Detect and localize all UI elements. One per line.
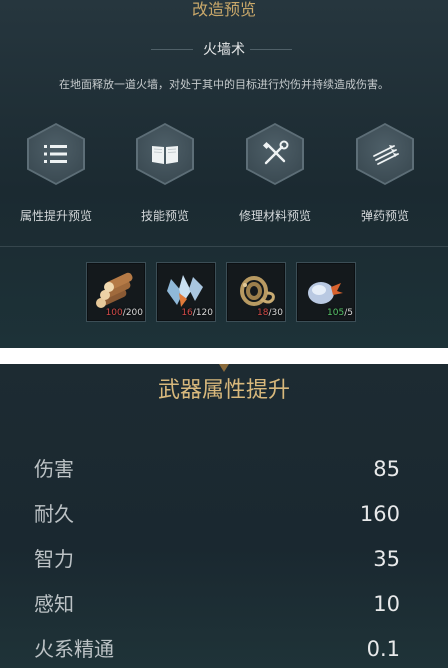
stat-name: 智力 (34, 547, 74, 571)
stats-title: 武器属性提升 (157, 378, 290, 403)
repair-material-preview-button[interactable] (246, 123, 304, 185)
stat-value: 160 (359, 502, 400, 526)
stat-row-durability: 耐久 160 (0, 494, 448, 534)
stat-name: 感知 (34, 592, 74, 616)
stat-row-intelligence: 智力 35 (0, 539, 448, 579)
arrows-icon (373, 145, 399, 165)
stat-value: 85 (373, 457, 400, 481)
material-slot-rope[interactable]: 18/30 (226, 262, 286, 322)
attribute-preview-label[interactable]: 属性提升预览 (1, 207, 111, 225)
stat-row-damage: 伤害 85 (0, 449, 448, 489)
stat-row-perception: 感知 10 (0, 584, 448, 624)
material-slot-ore[interactable]: 105/5 (296, 262, 356, 322)
stat-value: 35 (373, 547, 400, 571)
upgrade-preview-panel: 改造预览 火墙术 在地面释放一道火墙，对处于其中的目标进行灼伤并持续造成伤害。 … (0, 0, 448, 348)
material-count-crystal: 16/120 (181, 308, 213, 318)
stat-name: 伤害 (34, 457, 74, 481)
ammo-preview-label[interactable]: 弹药预览 (330, 207, 440, 225)
stat-value: 0.1 (366, 637, 400, 661)
stat-value: 10 (373, 592, 400, 616)
material-count-wood: 100/200 (105, 308, 143, 318)
attribute-preview-button[interactable] (27, 123, 85, 185)
panel-title: 改造预览 (191, 0, 256, 19)
skill-description: 在地面释放一道火墙，对处于其中的目标进行灼伤并持续造成伤害。 (59, 78, 389, 91)
ammo-preview-button[interactable] (356, 123, 414, 185)
skill-preview-button[interactable] (136, 123, 194, 185)
weapon-stats-panel: 武器属性提升 伤害 85 耐久 160 智力 35 感知 10 火系精通 0.1 (0, 364, 448, 668)
title-divider-right (250, 49, 292, 50)
list-icon (44, 145, 67, 163)
stat-row-fire-mastery: 火系精通 0.1 (0, 629, 448, 668)
skill-name: 火墙术 (203, 42, 245, 58)
stat-name: 火系精通 (34, 637, 114, 661)
repair-material-preview-label[interactable]: 修理材料预览 (220, 207, 330, 225)
stat-name: 耐久 (34, 502, 74, 526)
material-count-ore: 105/5 (327, 308, 353, 318)
material-count-rope: 18/30 (257, 308, 283, 318)
book-icon (152, 146, 178, 164)
skill-preview-label[interactable]: 技能预览 (110, 207, 220, 225)
material-slot-crystal[interactable]: 16/120 (156, 262, 216, 322)
repair-tools-icon (262, 140, 289, 165)
material-slot-wood[interactable]: 100/200 (86, 262, 146, 322)
section-divider (0, 246, 448, 247)
